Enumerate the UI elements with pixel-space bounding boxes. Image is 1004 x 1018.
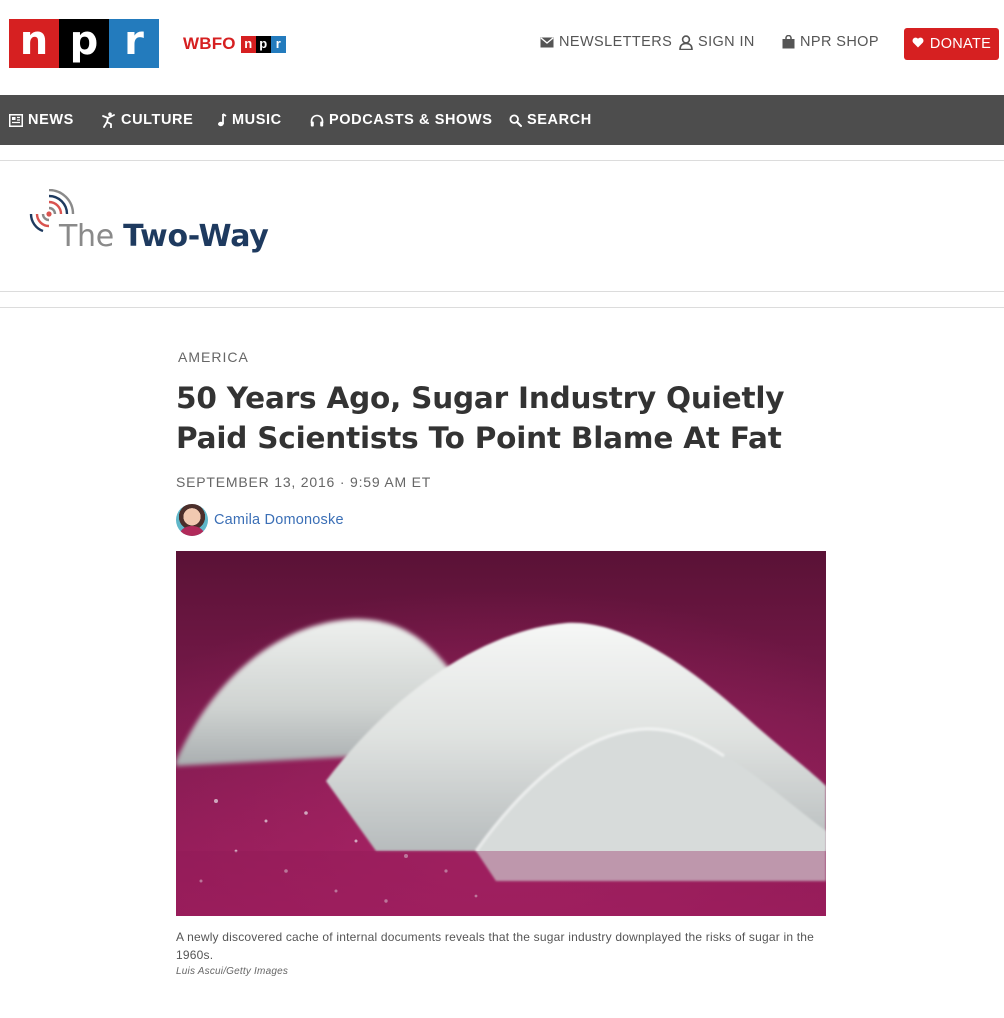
nav-item-search[interactable]: SEARCH — [509, 95, 592, 145]
search-icon — [509, 113, 522, 127]
shop-label: NPR SHOP — [800, 34, 879, 50]
site-header: n p r WBFO n p r NEWSLETTERS SIGN IN NPR… — [0, 0, 1004, 95]
donate-button[interactable]: DONATE — [904, 28, 999, 60]
headphones-icon — [310, 114, 324, 127]
nav-label-podcasts-shows: PODCASTS & SHOWS — [329, 112, 493, 128]
blog-title-name: Two-Way — [123, 219, 269, 254]
npr-logo[interactable]: n p r — [9, 19, 159, 68]
article-headline: 50 Years Ago, Sugar Industry Quietly Pai… — [176, 381, 785, 455]
station-npr-badge: n p r — [240, 35, 286, 53]
article-slug[interactable]: AMERICA — [178, 349, 249, 365]
culture-icon — [102, 112, 116, 128]
byline: Camila Domonoske — [176, 504, 344, 536]
envelope-icon — [540, 36, 554, 48]
shopping-bag-icon — [782, 35, 795, 49]
blog-title[interactable]: The Two-Way — [59, 219, 269, 254]
badge-letter-p: p — [255, 35, 271, 53]
station-logo[interactable]: WBFO n p r — [183, 33, 286, 55]
newsletters-label: NEWSLETTERS — [559, 34, 673, 50]
divider — [0, 291, 1004, 292]
music-icon — [217, 113, 227, 127]
article-dateline: SEPTEMBER 13, 2016 · 9:59 AM ET — [176, 474, 432, 490]
user-icon — [679, 34, 693, 50]
nav-item-news[interactable]: NEWS — [9, 95, 74, 145]
blog-header: The Two-Way — [0, 161, 1004, 292]
nav-item-podcasts-shows[interactable]: PODCASTS & SHOWS — [310, 95, 492, 145]
photo-caption: A newly discovered cache of internal doc… — [176, 930, 815, 962]
nav-label-news: NEWS — [28, 112, 74, 128]
logo-letter-n: n — [9, 19, 59, 68]
photo-credit: Luis Ascui/Getty Images — [176, 966, 289, 977]
logo-letter-p: p — [59, 19, 109, 68]
nav-label-search: SEARCH — [527, 112, 592, 128]
newsletters-link[interactable]: NEWSLETTERS — [540, 34, 672, 50]
sugar-photo-illustration — [176, 551, 826, 916]
heart-icon — [912, 36, 924, 52]
station-name: WBFO — [183, 34, 236, 53]
author-avatar[interactable] — [176, 504, 208, 536]
article-photo[interactable] — [176, 551, 826, 916]
news-icon — [9, 113, 23, 127]
sign-in-link[interactable]: SIGN IN — [679, 34, 755, 50]
donate-label: DONATE — [929, 36, 992, 52]
nav-label-music: MUSIC — [232, 112, 282, 128]
blog-title-prefix: The — [59, 219, 114, 254]
logo-letter-r: r — [109, 19, 159, 68]
nav-item-music[interactable]: MUSIC — [217, 95, 282, 145]
author-link[interactable]: Camila Domonoske — [214, 512, 344, 528]
nav-label-culture: CULTURE — [121, 112, 194, 128]
nav-item-culture[interactable]: CULTURE — [102, 95, 193, 145]
npr-shop-link[interactable]: NPR SHOP — [782, 34, 879, 50]
badge-letter-r: r — [270, 35, 286, 53]
badge-letter-n: n — [240, 35, 256, 53]
sign-in-label: SIGN IN — [698, 34, 755, 50]
main-nav: NEWS CULTURE MUSIC PODCASTS & SHOWS SEAR… — [0, 95, 1004, 145]
divider — [0, 307, 1004, 308]
